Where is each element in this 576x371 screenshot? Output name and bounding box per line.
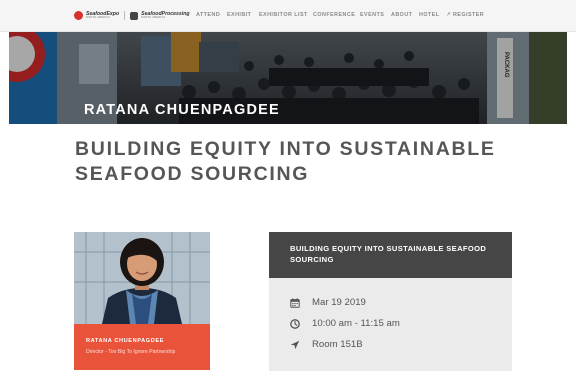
- seafood-processing-logo: SeafoodProcessing NORTH AMERICA: [141, 11, 189, 20]
- calendar-icon: [290, 297, 300, 308]
- speaker-name[interactable]: RATANA CHUENPAGDEE: [86, 338, 164, 344]
- nav-item-register[interactable]: ↗ REGISTER: [446, 12, 484, 18]
- seafood-expo-logo: SeafoodExpo NORTH AMERICA: [86, 11, 119, 20]
- session-time-row: 10:00 am - 11:15 am: [290, 318, 400, 329]
- nav-item-about[interactable]: ABOUT: [391, 12, 412, 18]
- speaker-role: Director - Too Big To Ignore Partnership: [86, 349, 176, 355]
- speaker-photo: [74, 232, 210, 324]
- clock-icon: [290, 318, 300, 329]
- hero-banner: PACKAG RATANA CHUENPAGDEE: [9, 32, 567, 124]
- location-arrow-icon: [290, 340, 300, 349]
- nav-item-exhibit[interactable]: EXHIBIT: [227, 12, 251, 18]
- logo-line2: NORTH AMERICA: [141, 15, 166, 19]
- logo-line2: NORTH AMERICA: [86, 15, 111, 19]
- speaker-portrait-image: [74, 232, 210, 324]
- session-details-card: BUILDING EQUITY INTO SUSTAINABLE SEAFOOD…: [269, 232, 512, 371]
- session-title: BUILDING EQUITY INTO SUSTAINABLE SEAFOOD…: [290, 244, 487, 264]
- session-date-row: Mar 19 2019: [290, 297, 366, 308]
- seafood-expo-logo-icon: [74, 11, 83, 20]
- logo-group[interactable]: SeafoodExpo NORTH AMERICA SeafoodProcess…: [74, 11, 190, 20]
- nav-item-conference[interactable]: CONFERENCE: [313, 12, 355, 18]
- nav-item-attend[interactable]: ATTEND: [196, 12, 220, 18]
- nav-item-exhibitor-list[interactable]: EXHIBITOR LIST: [259, 12, 308, 18]
- speaker-info: RATANA CHUENPAGDEE Director - Too Big To…: [74, 324, 210, 370]
- nav-item-register-label: REGISTER: [452, 12, 485, 18]
- session-header: BUILDING EQUITY INTO SUSTAINABLE SEAFOOD…: [269, 232, 512, 278]
- external-arrow-icon: ↗: [446, 12, 451, 18]
- speaker-card[interactable]: RATANA CHUENPAGDEE Director - Too Big To…: [74, 232, 210, 370]
- nav-item-hotel[interactable]: HOTEL: [419, 12, 440, 18]
- session-room-row: Room 151B: [290, 339, 363, 350]
- session-room: Room 151B: [312, 339, 363, 350]
- hero-speaker-name: RATANA CHUENPAGDEE: [84, 102, 280, 118]
- top-navigation-bar: SeafoodExpo NORTH AMERICA SeafoodProcess…: [0, 0, 576, 32]
- page-title: BUILDING EQUITY INTO SUSTAINABLE SEAFOOD…: [75, 138, 496, 185]
- session-date: Mar 19 2019: [312, 297, 366, 308]
- session-time: 10:00 am - 11:15 am: [312, 318, 400, 329]
- nav-item-events[interactable]: EVENTS: [360, 12, 384, 18]
- logo-divider: [124, 11, 126, 20]
- seafood-processing-logo-icon: [130, 11, 139, 20]
